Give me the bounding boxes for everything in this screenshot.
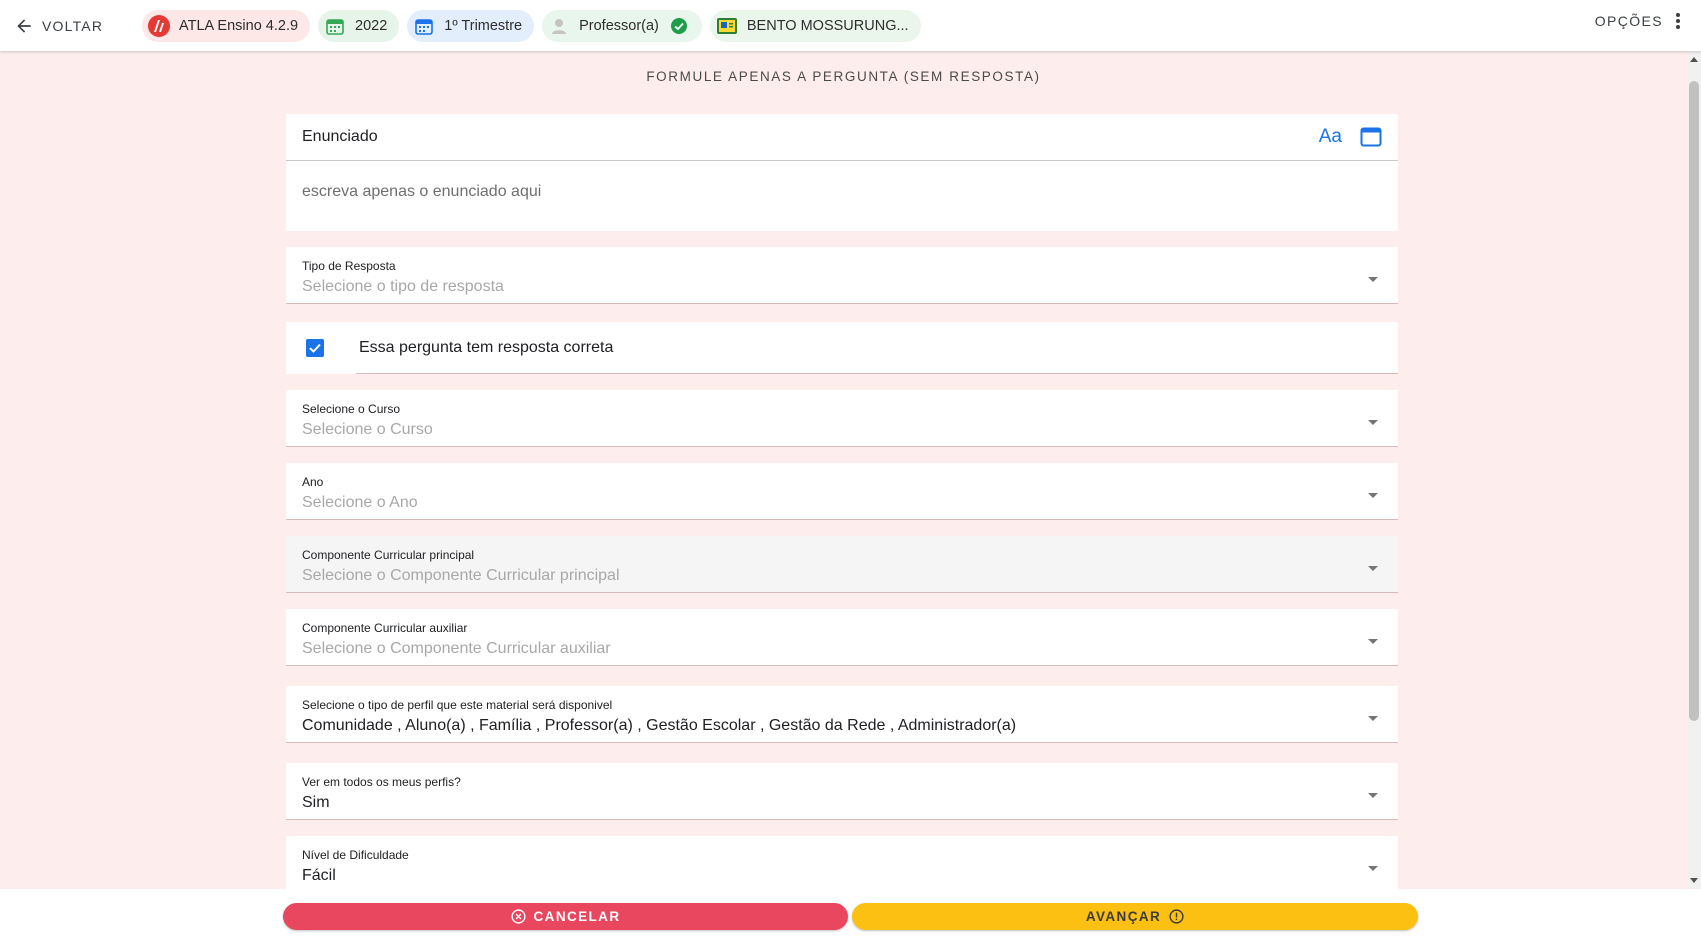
todos-perfis-label: Ver em todos os meus perfis? [302, 775, 461, 789]
arrow-left-icon [17, 18, 31, 33]
font-format-button[interactable]: Aa [1319, 126, 1342, 148]
top-app-bar: VOLTAR ATLA Ensino 4.2.9 2022 1º Trimest… [0, 0, 1701, 51]
correct-answer-label: Essa pergunta tem resposta correta [359, 339, 614, 356]
editor-toolbar: Aa [1319, 126, 1382, 148]
curso-label: Selecione o Curso [302, 402, 401, 416]
componente-auxiliar-value: Selecione o Componente Curricular auxili… [302, 640, 611, 657]
ano-value: Selecione o Ano [302, 494, 418, 511]
year-chip[interactable]: 2022 [318, 9, 400, 42]
curso-select[interactable]: Selecione o Curso Selecione o Curso [286, 390, 1398, 447]
todos-perfis-value: Sim [302, 794, 330, 811]
scroll-down-icon[interactable] [1690, 878, 1698, 883]
info-circle-icon [1169, 909, 1184, 924]
chevron-down-icon [1368, 639, 1378, 644]
cancel-button[interactable]: CANCELAR [283, 903, 848, 930]
perfil-select[interactable]: Selecione o tipo de perfil que este mate… [286, 686, 1398, 743]
dificuldade-value: Fácil [302, 867, 336, 884]
chevron-down-icon [1368, 277, 1378, 282]
back-button[interactable]: VOLTAR [14, 16, 124, 36]
options-label: OPÇÕES [1594, 13, 1663, 29]
enunciado-input[interactable] [286, 161, 1398, 223]
dificuldade-label: Nível de Dificuldade [302, 848, 409, 862]
ano-label: Ano [302, 475, 324, 489]
ano-select[interactable]: Ano Selecione o Ano [286, 463, 1398, 520]
divider [356, 373, 1398, 374]
school-card-icon [716, 15, 738, 37]
back-label: VOLTAR [42, 17, 104, 34]
chevron-down-icon [1368, 866, 1378, 871]
chevron-down-icon [1368, 420, 1378, 425]
page-scrollbar[interactable] [1687, 51, 1701, 889]
enunciado-editor: Enunciado Aa [286, 114, 1398, 231]
chevron-down-icon [1368, 716, 1378, 721]
school-chip[interactable]: BENTO MOSSURUNG... [709, 9, 921, 42]
atla-logo-icon [148, 14, 170, 37]
componente-principal-label: Componente Curricular principal [302, 548, 475, 562]
term-label: 1º Trimestre [444, 17, 523, 34]
next-button[interactable]: AVANÇAR [852, 903, 1418, 930]
next-label: AVANÇAR [1085, 909, 1162, 924]
options-menu-button[interactable]: OPÇÕES [1595, 12, 1681, 30]
tipo-resposta-select[interactable]: Tipo de Resposta Selecione o tipo de res… [286, 247, 1398, 304]
curso-value: Selecione o Curso [302, 421, 433, 438]
bottom-action-bar: CANCELAR AVANÇAR [0, 889, 1701, 941]
dificuldade-select[interactable]: Nível de Dificuldade Fácil [286, 836, 1398, 893]
tipo-resposta-label: Tipo de Resposta [302, 259, 396, 273]
page-title: FORMULE APENAS A PERGUNTA (SEM RESPOSTA) [646, 69, 1041, 84]
chevron-down-icon [1368, 566, 1378, 571]
user-avatar-icon [548, 15, 570, 37]
chevron-down-icon [1368, 493, 1378, 498]
todos-perfis-select[interactable]: Ver em todos os meus perfis? Sim [286, 763, 1398, 820]
check-circle-icon [668, 15, 690, 37]
more-vert-icon [1676, 13, 1680, 29]
app-version-label: ATLA Ensino 4.2.9 [179, 17, 299, 34]
calendar-icon [324, 15, 346, 37]
role-chip[interactable]: Professor(a) [542, 9, 702, 42]
chevron-down-icon [1368, 793, 1378, 798]
scrollbar-thumb[interactable] [1689, 81, 1699, 721]
school-label: BENTO MOSSURUNG... [746, 17, 909, 34]
calendar-icon [413, 15, 435, 37]
perfil-value: Comunidade , Aluno(a) , Família , Profes… [302, 717, 1017, 734]
correct-answer-checkbox[interactable] [306, 339, 324, 357]
tipo-resposta-value: Selecione o tipo de resposta [302, 278, 504, 295]
window-icon[interactable] [1360, 127, 1382, 147]
componente-principal-value: Selecione o Componente Curricular princi… [302, 567, 620, 584]
cancel-label: CANCELAR [533, 909, 621, 924]
enunciado-header: Enunciado Aa [286, 114, 1398, 161]
year-label: 2022 [355, 17, 388, 34]
componente-principal-select[interactable]: Componente Curricular principal Selecion… [286, 536, 1398, 593]
componente-auxiliar-select[interactable]: Componente Curricular auxiliar Selecione… [286, 609, 1398, 666]
app-version-chip[interactable]: ATLA Ensino 4.2.9 [142, 9, 311, 42]
cancel-circle-icon [510, 909, 526, 924]
componente-auxiliar-label: Componente Curricular auxiliar [302, 621, 468, 635]
scroll-up-icon[interactable] [1690, 57, 1698, 62]
role-label: Professor(a) [579, 17, 659, 34]
perfil-label: Selecione o tipo de perfil que este mate… [302, 698, 613, 712]
term-chip[interactable]: 1º Trimestre [407, 9, 535, 42]
enunciado-title: Enunciado [302, 128, 378, 145]
correct-answer-row: Essa pergunta tem resposta correta [286, 322, 1398, 374]
check-icon [309, 343, 321, 353]
